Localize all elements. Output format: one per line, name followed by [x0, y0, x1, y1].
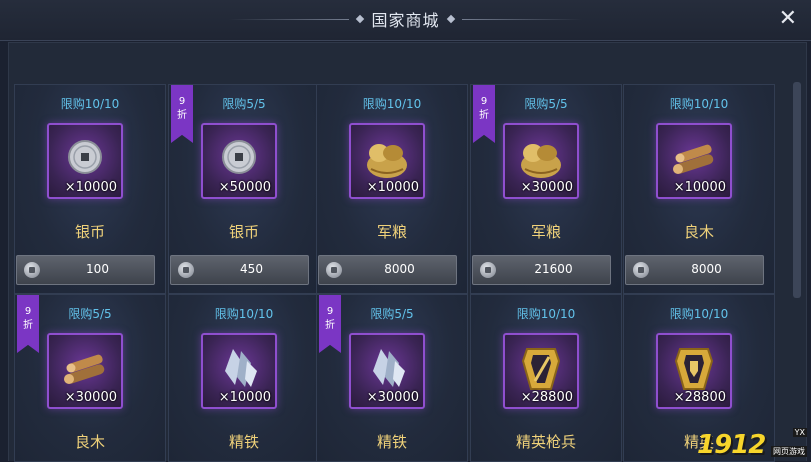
discount-badge: 9折 — [319, 295, 341, 353]
site-watermark: 1912 YX 网页游戏 — [697, 426, 809, 460]
buy-price-button[interactable]: 8000 — [625, 255, 764, 285]
item-quantity: ×10000 — [366, 180, 419, 195]
item-quantity: ×30000 — [366, 390, 419, 405]
purchase-limit: 限购5/5 — [370, 307, 414, 321]
purchase-limit: 限购10/10 — [516, 307, 576, 321]
shop-item-card[interactable]: 9折 限购5/5 ×50000 银币 450 — [168, 84, 320, 294]
item-slot[interactable]: ×28800 — [503, 333, 579, 409]
shop-item-card[interactable]: 限购10/10 ×10000 良木 8000 — [623, 84, 775, 294]
item-quantity: ×10000 — [673, 180, 726, 195]
item-quantity: ×10000 — [64, 180, 117, 195]
item-slot[interactable]: ×30000 — [503, 123, 579, 199]
item-name: 银币 — [228, 223, 259, 241]
item-slot[interactable]: ×30000 — [349, 333, 425, 409]
wood-logs-icon — [673, 144, 714, 174]
top-bar: 国家商城 ✕ — [0, 0, 811, 41]
title-diamond-right — [446, 14, 455, 24]
shield-soldier-badge-icon — [674, 348, 714, 390]
wood-logs-icon — [64, 354, 105, 384]
shop-item-card[interactable]: 9折 限购5/5 ×30000 精铁 — [316, 294, 468, 462]
title-diamond-left — [356, 14, 365, 24]
item-name: 良木 — [683, 223, 714, 241]
item-quantity: ×30000 — [520, 180, 573, 195]
item-quantity: ×30000 — [64, 390, 117, 405]
purchase-limit: 限购10/10 — [669, 307, 729, 321]
buy-price-button[interactable]: 100 — [16, 255, 155, 285]
close-button[interactable]: ✕ — [779, 8, 797, 30]
silver-coin-icon — [222, 140, 256, 174]
purchase-limit: 限购10/10 — [60, 97, 120, 111]
silver-coin-icon — [480, 262, 496, 278]
discount-badge: 9折 — [171, 85, 193, 143]
buy-price-button[interactable]: 8000 — [318, 255, 457, 285]
item-name: 银币 — [74, 223, 105, 241]
shop-item-card[interactable]: 限购10/10 ×10000 军粮 8000 — [316, 84, 468, 294]
watermark-badge: YX — [792, 428, 807, 437]
item-slot[interactable]: ×50000 — [201, 123, 277, 199]
silver-coin-icon — [68, 140, 102, 174]
grain-sack-icon — [367, 144, 407, 178]
discount-badge: 9折 — [17, 295, 39, 353]
item-quantity: ×10000 — [218, 390, 271, 405]
item-slot[interactable]: ×10000 — [349, 123, 425, 199]
price-value: 8000 — [691, 262, 722, 276]
shop-item-card[interactable]: 限购10/10 ×28800 精英枪兵 — [470, 294, 622, 462]
item-name: 精英枪兵 — [515, 433, 576, 451]
silver-coin-icon — [24, 262, 40, 278]
item-name: 精铁 — [228, 433, 259, 451]
scrollbar[interactable] — [793, 82, 801, 298]
item-quantity: ×28800 — [673, 390, 726, 405]
item-quantity: ×50000 — [218, 180, 271, 195]
price-value: 8000 — [384, 262, 415, 276]
iron-crystal-icon — [373, 349, 405, 387]
buy-price-button[interactable]: 21600 — [472, 255, 611, 285]
shop-item-card[interactable]: 9折 限购5/5 ×30000 良木 — [14, 294, 166, 462]
buy-price-button[interactable]: 450 — [170, 255, 309, 285]
iron-crystal-icon — [225, 349, 257, 387]
price-value: 100 — [86, 262, 109, 276]
item-slot[interactable]: ×28800 — [656, 333, 732, 409]
purchase-limit: 限购10/10 — [214, 307, 274, 321]
window-title: 国家商城 — [371, 11, 440, 30]
item-name: 军粮 — [530, 223, 561, 241]
price-value: 450 — [240, 262, 263, 276]
silver-coin-icon — [178, 262, 194, 278]
grain-sack-icon — [521, 144, 561, 178]
item-quantity: ×28800 — [520, 390, 573, 405]
item-name: 精铁 — [376, 433, 407, 451]
item-name: 良木 — [74, 433, 105, 451]
title-line-left — [229, 18, 350, 20]
item-slot[interactable]: ×10000 — [656, 123, 732, 199]
purchase-limit: 限购10/10 — [362, 97, 422, 111]
price-value: 21600 — [534, 262, 573, 276]
silver-coin-icon — [326, 262, 342, 278]
shop-item-card[interactable]: 9折 限购5/5 ×30000 军粮 21600 — [470, 84, 622, 294]
silver-coin-icon — [633, 262, 649, 278]
item-slot[interactable]: ×30000 — [47, 333, 123, 409]
title-wrap: 国家商城 — [0, 0, 811, 38]
purchase-limit: 限购10/10 — [669, 97, 729, 111]
watermark-sub: 网页游戏 — [771, 446, 807, 457]
title-line-right — [461, 18, 582, 20]
watermark-text: 1912 — [697, 430, 766, 460]
item-slot[interactable]: ×10000 — [47, 123, 123, 199]
item-slot[interactable]: ×10000 — [201, 333, 277, 409]
discount-badge: 9折 — [473, 85, 495, 143]
shop-item-card[interactable]: 限购10/10 ×10000 精铁 — [168, 294, 320, 462]
purchase-limit: 限购5/5 — [524, 97, 568, 111]
shop-item-card[interactable]: 限购10/10 ×10000 银币 100 — [14, 84, 166, 294]
purchase-limit: 限购5/5 — [222, 97, 266, 111]
item-name: 军粮 — [376, 223, 407, 241]
purchase-limit: 限购5/5 — [68, 307, 112, 321]
spear-soldier-badge-icon — [521, 348, 561, 390]
